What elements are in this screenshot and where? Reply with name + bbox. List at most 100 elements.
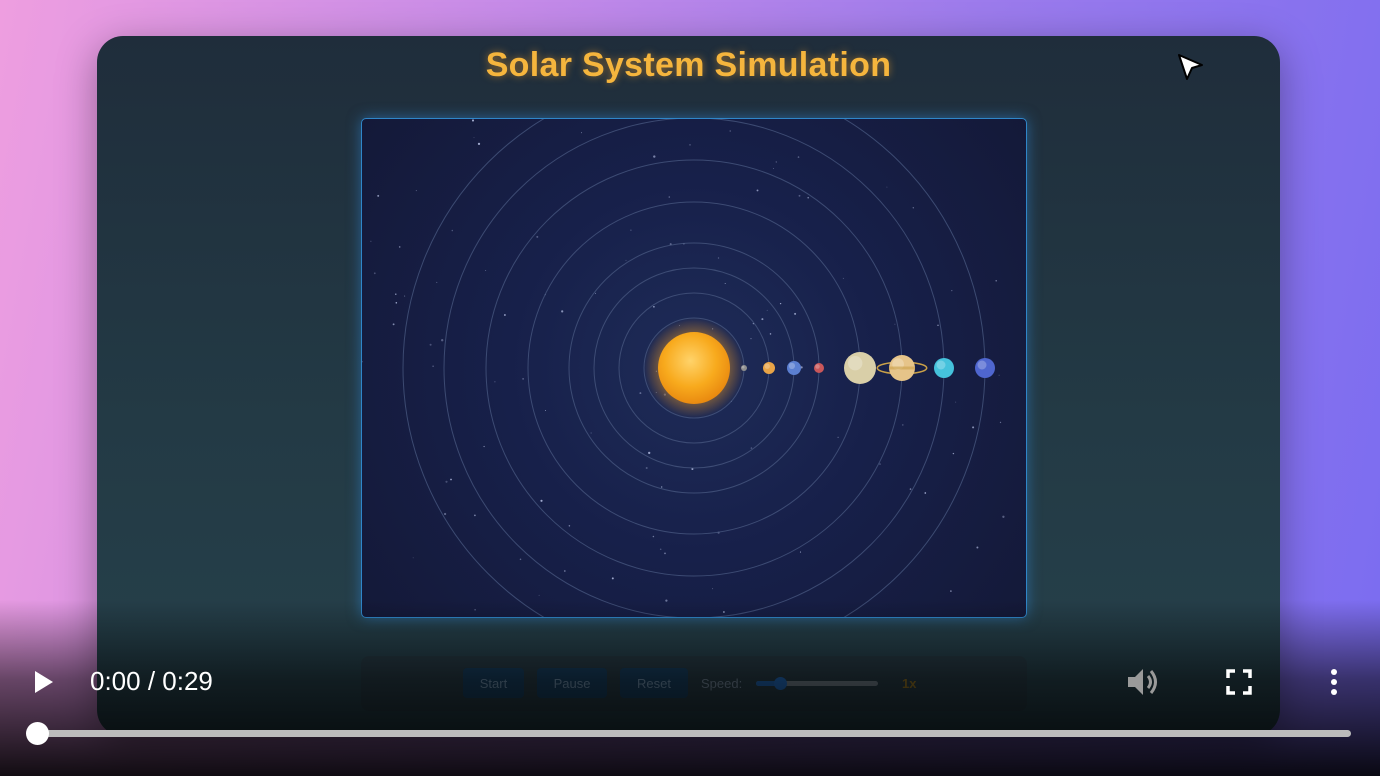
star xyxy=(775,161,778,163)
planet-neptune xyxy=(975,358,995,378)
star xyxy=(724,282,726,285)
star xyxy=(837,436,839,438)
star xyxy=(451,229,454,232)
star xyxy=(998,374,1000,376)
star xyxy=(436,281,438,283)
planet-highlight xyxy=(815,364,820,369)
star xyxy=(794,312,797,315)
star xyxy=(432,365,434,367)
star xyxy=(648,451,651,455)
star xyxy=(901,424,904,426)
star xyxy=(441,339,444,342)
star xyxy=(445,480,448,483)
star xyxy=(912,207,914,209)
star xyxy=(395,293,397,295)
star xyxy=(652,535,655,538)
star xyxy=(665,599,668,602)
star xyxy=(471,119,475,122)
video-progress-scrubber[interactable] xyxy=(25,722,49,745)
planet-highlight xyxy=(764,363,770,369)
star xyxy=(536,235,539,238)
star xyxy=(404,295,406,297)
star xyxy=(519,558,522,561)
star xyxy=(639,392,642,395)
star xyxy=(362,360,363,363)
planet-highlight xyxy=(848,356,863,371)
planet-highlight xyxy=(788,362,796,370)
star xyxy=(756,189,759,192)
star xyxy=(799,551,802,553)
star xyxy=(722,611,725,613)
star xyxy=(611,577,614,580)
more-options-icon[interactable] xyxy=(1326,667,1342,699)
planet-earth xyxy=(787,361,801,375)
star xyxy=(1002,515,1005,518)
star xyxy=(798,194,801,197)
star xyxy=(540,499,543,502)
star xyxy=(474,514,476,517)
star xyxy=(395,302,398,304)
star xyxy=(494,381,496,383)
star xyxy=(645,466,648,470)
sun xyxy=(644,318,744,418)
planet-jupiter xyxy=(844,352,876,384)
play-icon[interactable] xyxy=(33,669,55,695)
star xyxy=(842,277,844,279)
star xyxy=(398,246,401,248)
star xyxy=(712,588,714,590)
star xyxy=(909,488,912,490)
star xyxy=(955,401,957,403)
solar-system-canvas[interactable] xyxy=(361,118,1027,618)
star xyxy=(661,486,663,488)
star xyxy=(473,137,475,139)
star xyxy=(377,194,380,197)
page-title: Solar System Simulation xyxy=(485,46,892,84)
star xyxy=(392,323,395,326)
star xyxy=(886,186,888,188)
planet-highlight xyxy=(936,360,946,370)
star xyxy=(563,570,566,572)
star xyxy=(474,609,476,611)
planet-venus xyxy=(763,362,775,374)
star xyxy=(761,318,764,321)
star xyxy=(653,155,656,158)
star xyxy=(952,452,955,455)
star xyxy=(717,257,720,259)
star xyxy=(625,259,627,261)
star xyxy=(485,269,487,271)
star xyxy=(590,432,592,434)
star xyxy=(750,338,752,340)
star xyxy=(924,492,927,494)
star xyxy=(659,548,662,550)
star xyxy=(373,272,376,275)
star xyxy=(544,409,547,412)
star xyxy=(483,445,485,448)
star xyxy=(995,280,997,282)
star xyxy=(429,343,432,346)
star xyxy=(750,447,753,449)
star xyxy=(951,290,953,292)
star xyxy=(664,552,666,555)
star xyxy=(415,190,417,192)
planets xyxy=(741,352,995,384)
star xyxy=(653,305,655,308)
star xyxy=(568,525,571,527)
mouse-cursor-icon xyxy=(1178,54,1203,80)
star xyxy=(879,463,881,465)
star xyxy=(976,546,979,549)
planet-saturn xyxy=(876,355,928,381)
video-progress-bar[interactable] xyxy=(37,730,1351,737)
star xyxy=(972,426,975,429)
star xyxy=(950,590,952,592)
planet-highlight xyxy=(977,360,987,370)
star xyxy=(370,240,372,242)
star xyxy=(797,156,800,158)
fullscreen-icon[interactable] xyxy=(1226,669,1252,695)
star xyxy=(630,229,632,231)
planet-mars xyxy=(814,363,824,373)
planet-ring-front xyxy=(889,366,915,370)
star xyxy=(937,324,939,327)
volume-icon[interactable] xyxy=(1125,666,1161,698)
time-display: 0:00 / 0:29 xyxy=(90,666,213,696)
star xyxy=(689,144,691,146)
